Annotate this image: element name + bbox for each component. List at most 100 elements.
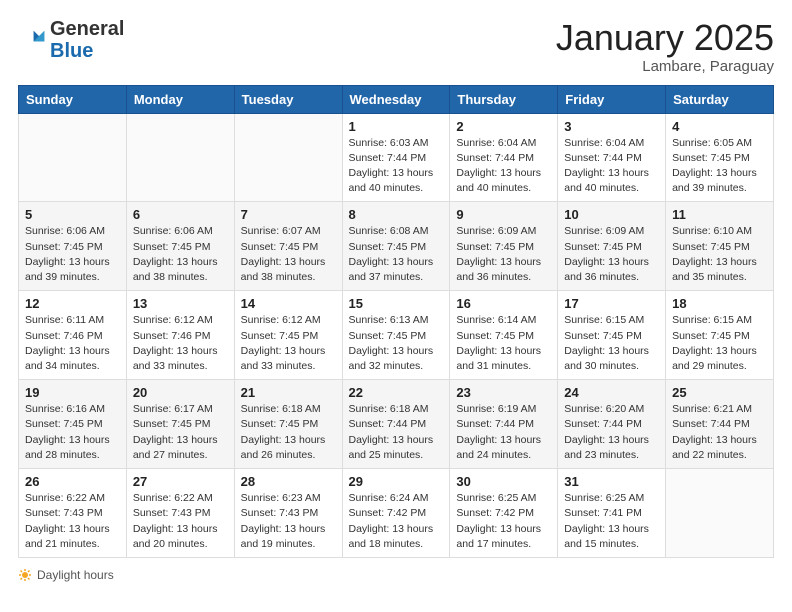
weekday-thursday: Thursday <box>450 85 558 113</box>
day-info: Sunrise: 6:05 AM Sunset: 7:45 PM Dayligh… <box>672 136 767 197</box>
day-number: 23 <box>456 385 551 400</box>
day-info: Sunrise: 6:09 AM Sunset: 7:45 PM Dayligh… <box>564 224 659 285</box>
day-cell: 27 Sunrise: 6:22 AM Sunset: 7:43 PM Dayli… <box>126 469 234 558</box>
day-info: Sunrise: 6:06 AM Sunset: 7:45 PM Dayligh… <box>133 224 228 285</box>
day-cell: 24Sunrise: 6:20 AM Sunset: 7:44 PM Dayli… <box>558 380 666 469</box>
day-info: Sunrise: 6:03 AM Sunset: 7:44 PM Dayligh… <box>349 136 444 197</box>
day-cell: 11 Sunrise: 6:10 AM Sunset: 7:45 PM Dayli… <box>666 202 774 291</box>
day-cell: 16 Sunrise: 6:14 AM Sunset: 7:45 PM Dayli… <box>450 291 558 380</box>
day-info: Sunrise: 6:19 AM Sunset: 7:44 PM Dayligh… <box>456 402 551 463</box>
day-info: Sunrise: 6:14 AM Sunset: 7:45 PM Dayligh… <box>456 313 551 374</box>
day-info: Sunrise: 6:21 AM Sunset: 7:44 PM Dayligh… <box>672 402 767 463</box>
day-cell: 29 Sunrise: 6:24 AM Sunset: 7:42 PM Dayli… <box>342 469 450 558</box>
day-number: 13 <box>133 296 228 311</box>
day-info: Sunrise: 6:04 AM Sunset: 7:44 PM Dayligh… <box>564 136 659 197</box>
calendar: SundayMondayTuesdayWednesdayThursdayFrid… <box>18 85 774 558</box>
day-number: 21 <box>241 385 336 400</box>
day-number: 12 <box>25 296 120 311</box>
day-cell: 26Sunrise: 6:22 AM Sunset: 7:43 PM Dayli… <box>19 469 127 558</box>
day-cell: 22 Sunrise: 6:18 AM Sunset: 7:44 PM Dayli… <box>342 380 450 469</box>
logo-general: General <box>50 18 124 40</box>
day-cell: 9Sunrise: 6:09 AM Sunset: 7:45 PM Daylig… <box>450 202 558 291</box>
day-info: Sunrise: 6:25 AM Sunset: 7:41 PM Dayligh… <box>564 491 659 552</box>
page: General Blue January 2025 Lambare, Parag… <box>0 0 792 594</box>
day-cell <box>666 469 774 558</box>
day-cell: 3 Sunrise: 6:04 AM Sunset: 7:44 PM Daylig… <box>558 113 666 202</box>
day-number: 22 <box>349 385 444 400</box>
day-cell: 13 Sunrise: 6:12 AM Sunset: 7:46 PM Dayli… <box>126 291 234 380</box>
day-cell <box>19 113 127 202</box>
day-info: Sunrise: 6:10 AM Sunset: 7:45 PM Dayligh… <box>672 224 767 285</box>
day-number: 3 <box>564 119 659 134</box>
day-cell: 19Sunrise: 6:16 AM Sunset: 7:45 PM Dayli… <box>19 380 127 469</box>
weekday-wednesday: Wednesday <box>342 85 450 113</box>
month-title: January 2025 <box>556 18 774 58</box>
day-cell: 30Sunrise: 6:25 AM Sunset: 7:42 PM Dayli… <box>450 469 558 558</box>
day-info: Sunrise: 6:08 AM Sunset: 7:45 PM Dayligh… <box>349 224 444 285</box>
day-info: Sunrise: 6:23 AM Sunset: 7:43 PM Dayligh… <box>241 491 336 552</box>
day-number: 31 <box>564 474 659 489</box>
day-number: 10 <box>564 207 659 222</box>
week-row-1: 1 Sunrise: 6:03 AM Sunset: 7:44 PM Daylig… <box>19 113 774 202</box>
daylight-label: Daylight hours <box>37 568 114 582</box>
day-cell: 8 Sunrise: 6:08 AM Sunset: 7:45 PM Daylig… <box>342 202 450 291</box>
day-cell: 1 Sunrise: 6:03 AM Sunset: 7:44 PM Daylig… <box>342 113 450 202</box>
day-number: 8 <box>349 207 444 222</box>
day-info: Sunrise: 6:18 AM Sunset: 7:44 PM Dayligh… <box>349 402 444 463</box>
day-cell: 7Sunrise: 6:07 AM Sunset: 7:45 PM Daylig… <box>234 202 342 291</box>
day-info: Sunrise: 6:22 AM Sunset: 7:43 PM Dayligh… <box>133 491 228 552</box>
day-number: 4 <box>672 119 767 134</box>
logo-icon <box>18 26 46 54</box>
day-number: 9 <box>456 207 551 222</box>
day-info: Sunrise: 6:13 AM Sunset: 7:45 PM Dayligh… <box>349 313 444 374</box>
day-number: 6 <box>133 207 228 222</box>
sun-icon <box>18 568 32 582</box>
day-cell: 15 Sunrise: 6:13 AM Sunset: 7:45 PM Dayli… <box>342 291 450 380</box>
day-cell: 17 Sunrise: 6:15 AM Sunset: 7:45 PM Dayli… <box>558 291 666 380</box>
day-number: 28 <box>241 474 336 489</box>
day-number: 17 <box>564 296 659 311</box>
day-cell: 23 Sunrise: 6:19 AM Sunset: 7:44 PM Dayli… <box>450 380 558 469</box>
day-number: 25 <box>672 385 767 400</box>
daylight-item: Daylight hours <box>18 568 114 582</box>
day-cell: 31 Sunrise: 6:25 AM Sunset: 7:41 PM Dayli… <box>558 469 666 558</box>
day-number: 11 <box>672 207 767 222</box>
logo-blue: Blue <box>50 40 93 62</box>
day-number: 15 <box>349 296 444 311</box>
day-info: Sunrise: 6:24 AM Sunset: 7:42 PM Dayligh… <box>349 491 444 552</box>
day-number: 16 <box>456 296 551 311</box>
day-info: Sunrise: 6:15 AM Sunset: 7:45 PM Dayligh… <box>564 313 659 374</box>
day-number: 1 <box>349 119 444 134</box>
day-info: Sunrise: 6:11 AM Sunset: 7:46 PM Dayligh… <box>25 313 120 374</box>
day-number: 29 <box>349 474 444 489</box>
logo: General Blue <box>18 18 124 62</box>
day-info: Sunrise: 6:12 AM Sunset: 7:45 PM Dayligh… <box>241 313 336 374</box>
weekday-saturday: Saturday <box>666 85 774 113</box>
day-cell: 2 Sunrise: 6:04 AM Sunset: 7:44 PM Daylig… <box>450 113 558 202</box>
day-number: 20 <box>133 385 228 400</box>
day-info: Sunrise: 6:18 AM Sunset: 7:45 PM Dayligh… <box>241 402 336 463</box>
week-row-3: 12 Sunrise: 6:11 AM Sunset: 7:46 PM Dayli… <box>19 291 774 380</box>
day-info: Sunrise: 6:12 AM Sunset: 7:46 PM Dayligh… <box>133 313 228 374</box>
weekday-monday: Monday <box>126 85 234 113</box>
day-cell: 14Sunrise: 6:12 AM Sunset: 7:45 PM Dayli… <box>234 291 342 380</box>
day-cell: 12 Sunrise: 6:11 AM Sunset: 7:46 PM Dayli… <box>19 291 127 380</box>
day-cell: 18Sunrise: 6:15 AM Sunset: 7:45 PM Dayli… <box>666 291 774 380</box>
weekday-header-row: SundayMondayTuesdayWednesdayThursdayFrid… <box>19 85 774 113</box>
day-info: Sunrise: 6:16 AM Sunset: 7:45 PM Dayligh… <box>25 402 120 463</box>
day-cell <box>126 113 234 202</box>
day-info: Sunrise: 6:04 AM Sunset: 7:44 PM Dayligh… <box>456 136 551 197</box>
day-cell: 5Sunrise: 6:06 AM Sunset: 7:45 PM Daylig… <box>19 202 127 291</box>
day-info: Sunrise: 6:15 AM Sunset: 7:45 PM Dayligh… <box>672 313 767 374</box>
weekday-friday: Friday <box>558 85 666 113</box>
weekday-sunday: Sunday <box>19 85 127 113</box>
day-cell <box>234 113 342 202</box>
day-cell: 20 Sunrise: 6:17 AM Sunset: 7:45 PM Dayli… <box>126 380 234 469</box>
day-number: 26 <box>25 474 120 489</box>
day-number: 27 <box>133 474 228 489</box>
week-row-2: 5Sunrise: 6:06 AM Sunset: 7:45 PM Daylig… <box>19 202 774 291</box>
day-info: Sunrise: 6:17 AM Sunset: 7:45 PM Dayligh… <box>133 402 228 463</box>
weekday-tuesday: Tuesday <box>234 85 342 113</box>
day-cell: 4 Sunrise: 6:05 AM Sunset: 7:45 PM Daylig… <box>666 113 774 202</box>
day-number: 2 <box>456 119 551 134</box>
